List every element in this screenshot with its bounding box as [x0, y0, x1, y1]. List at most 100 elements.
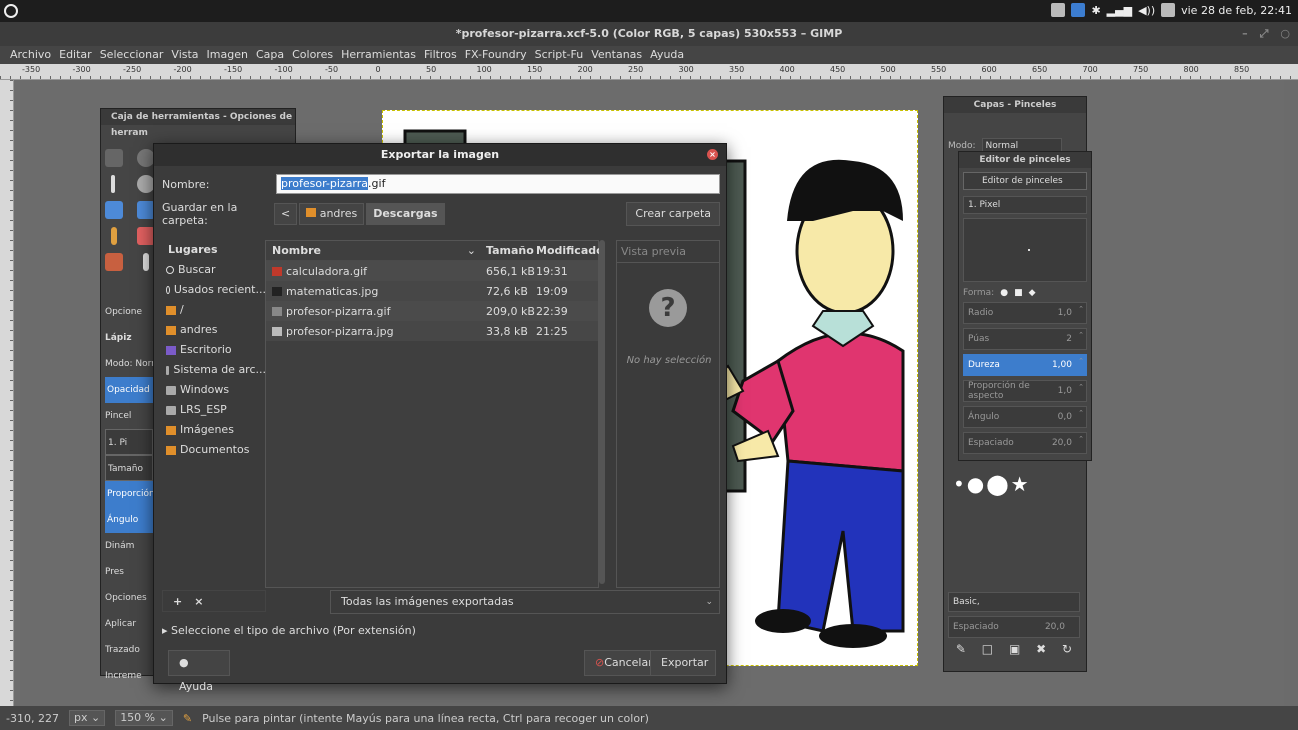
- menu-filtros[interactable]: Filtros: [424, 46, 457, 64]
- help-button[interactable]: ● Ayuda: [168, 650, 230, 693]
- place-item[interactable]: Sistema de arc...: [162, 360, 266, 380]
- minimize-icon[interactable]: –: [1242, 22, 1248, 46]
- clock[interactable]: vie 28 de feb, 22:41: [1181, 4, 1292, 17]
- brush-param-slider[interactable]: Dureza 1,00 ⌃: [963, 354, 1087, 376]
- brush-param-slider[interactable]: Radio 1,0 ⌃: [963, 302, 1087, 324]
- smudge-tool-icon[interactable]: [105, 253, 123, 271]
- file-row[interactable]: profesor-pizarra.gif 209,0 kB 22:39: [266, 301, 598, 321]
- tool-options-tab[interactable]: Opcione: [105, 299, 153, 325]
- remove-bookmark-icon[interactable]: ×: [194, 595, 203, 608]
- square-shape-icon[interactable]: ■: [1014, 288, 1023, 298]
- menu-colores[interactable]: Colores: [292, 46, 333, 64]
- ubuntu-logo-icon[interactable]: [4, 4, 18, 18]
- place-item[interactable]: andres: [162, 320, 266, 340]
- menu-ayuda[interactable]: Ayuda: [650, 46, 684, 64]
- brush-param-slider[interactable]: Proporción de aspecto 1,0 ⌃: [963, 380, 1087, 402]
- cancel-button[interactable]: ⊘Cancelar: [584, 650, 653, 676]
- dynamics-options-expander[interactable]: Opciones: [105, 585, 153, 611]
- battery-icon[interactable]: [1161, 3, 1176, 17]
- spinner-icon[interactable]: ⌃: [1078, 331, 1084, 339]
- file-filter-select[interactable]: Todas las imágenes exportadas ⌄: [330, 590, 720, 614]
- create-folder-button[interactable]: Crear carpeta: [626, 202, 720, 226]
- network-signal-icon[interactable]: ▂▄▆: [1107, 4, 1132, 17]
- spinner-icon[interactable]: ⌃: [1078, 383, 1084, 391]
- opacity-slider[interactable]: Opacidad: [105, 377, 153, 403]
- menu-imagen[interactable]: Imagen: [207, 46, 248, 64]
- brush-param-slider[interactable]: Espaciado 20,0 ⌃: [963, 432, 1087, 454]
- duplicate-brush-icon[interactable]: ▣: [1009, 642, 1020, 656]
- brush-name-field[interactable]: 1. Pixel: [963, 196, 1087, 214]
- horizontal-ruler[interactable]: -350 -300 -250 -200 -150 -100 -50 0 50 100 150 200 2…: [0, 64, 1298, 80]
- ink-tool-icon[interactable]: [143, 253, 149, 271]
- menu-capa[interactable]: Capa: [256, 46, 284, 64]
- brush-param-slider[interactable]: Ángulo 0,0 ⌃: [963, 406, 1087, 428]
- text-tool-icon[interactable]: [105, 201, 123, 219]
- pen-tool-icon[interactable]: [111, 175, 115, 193]
- angle-slider[interactable]: Ángulo: [105, 507, 153, 533]
- diamond-shape-icon[interactable]: ◆: [1029, 288, 1036, 298]
- size-slider[interactable]: Tamaño: [105, 455, 153, 481]
- menu-editar[interactable]: Editar: [59, 46, 92, 64]
- zoom-select[interactable]: 150 % ⌄: [115, 710, 173, 726]
- unit-select[interactable]: px ⌄: [68, 710, 106, 726]
- menu-fx-foundry[interactable]: FX-Foundry: [465, 46, 527, 64]
- place-item[interactable]: Usados recient...: [162, 280, 266, 300]
- breadcrumb-back-button[interactable]: <: [274, 203, 298, 225]
- menu-seleccionar[interactable]: Seleccionar: [100, 46, 164, 64]
- pencil-tool-icon[interactable]: [111, 227, 117, 245]
- incremental-checkbox[interactable]: Increme: [105, 663, 153, 689]
- new-brush-icon[interactable]: □: [982, 642, 993, 656]
- place-item[interactable]: Documentos: [162, 440, 266, 460]
- app-indicator-icon[interactable]: [1051, 3, 1066, 17]
- maximize-icon[interactable]: ⤢: [1260, 22, 1269, 46]
- brush-tag-select[interactable]: Basic,: [948, 592, 1080, 612]
- bluetooth-icon[interactable]: ✱: [1091, 4, 1100, 17]
- dynamics-select[interactable]: Pres: [105, 559, 153, 585]
- brush-select[interactable]: 1. Pi: [105, 429, 153, 455]
- vertical-ruler[interactable]: [0, 80, 14, 706]
- column-size[interactable]: Tamaño: [486, 244, 536, 257]
- mode-field[interactable]: Modo: Norm: [105, 351, 153, 377]
- menu-vista[interactable]: Vista: [171, 46, 198, 64]
- brush-editor-tab[interactable]: Editor de pinceles: [963, 172, 1087, 190]
- place-item[interactable]: LRS_ESP: [162, 400, 266, 420]
- circle-shape-icon[interactable]: ●: [1000, 288, 1008, 298]
- rect-select-tool-icon[interactable]: [105, 149, 123, 167]
- dialog-close-icon[interactable]: ×: [707, 149, 718, 160]
- column-modified[interactable]: Modificado: [536, 244, 604, 257]
- brush-spacing-slider[interactable]: Espaciado 20,0: [948, 616, 1080, 638]
- place-item[interactable]: Imágenes: [162, 420, 266, 440]
- updates-icon[interactable]: [1071, 3, 1086, 17]
- file-row[interactable]: calculadora.gif 656,1 kB 19:31: [266, 261, 598, 281]
- breadcrumb-andres-button[interactable]: andres: [299, 203, 365, 225]
- file-row[interactable]: matematicas.jpg 72,6 kB 19:09: [266, 281, 598, 301]
- smooth-stroke-checkbox[interactable]: Trazado: [105, 637, 153, 663]
- spinner-icon[interactable]: ⌃: [1078, 305, 1084, 313]
- apply-jitter-checkbox[interactable]: Aplicar: [105, 611, 153, 637]
- file-type-expander[interactable]: ▸ Seleccione el tipo de archivo (Por ext…: [162, 624, 416, 637]
- brush-presets-preview[interactable]: •●⬤★: [953, 472, 1031, 496]
- column-name[interactable]: Nombre ⌄: [266, 244, 486, 257]
- menu-ventanas[interactable]: Ventanas: [591, 46, 642, 64]
- file-list-scrollbar[interactable]: [599, 240, 605, 584]
- menu-script-fu[interactable]: Script-Fu: [535, 46, 584, 64]
- menu-archivo[interactable]: Archivo: [10, 46, 51, 64]
- spinner-icon[interactable]: ⌃: [1078, 409, 1084, 417]
- place-item[interactable]: Windows: [162, 380, 266, 400]
- spinner-icon[interactable]: ⌃: [1078, 357, 1084, 365]
- edit-brush-icon[interactable]: ✎: [956, 642, 966, 656]
- place-item[interactable]: /: [162, 300, 266, 320]
- volume-icon[interactable]: ◀)): [1138, 4, 1155, 17]
- brush-param-slider[interactable]: Púas 2 ⌃: [963, 328, 1087, 350]
- file-row[interactable]: profesor-pizarra.jpg 33,8 kB 21:25: [266, 321, 598, 341]
- menu-herramientas[interactable]: Herramientas: [341, 46, 416, 64]
- export-button[interactable]: Exportar: [650, 650, 716, 676]
- add-bookmark-icon[interactable]: +: [173, 595, 182, 608]
- place-item[interactable]: Escritorio: [162, 340, 266, 360]
- refresh-brushes-icon[interactable]: ↻: [1062, 642, 1072, 656]
- filename-input[interactable]: profesor-pizarra.gif: [276, 174, 720, 194]
- spinner-icon[interactable]: ⌃: [1078, 435, 1084, 443]
- place-item[interactable]: Buscar: [162, 260, 266, 280]
- breadcrumb-descargas-button[interactable]: Descargas: [366, 203, 445, 225]
- close-icon[interactable]: ○: [1280, 22, 1290, 46]
